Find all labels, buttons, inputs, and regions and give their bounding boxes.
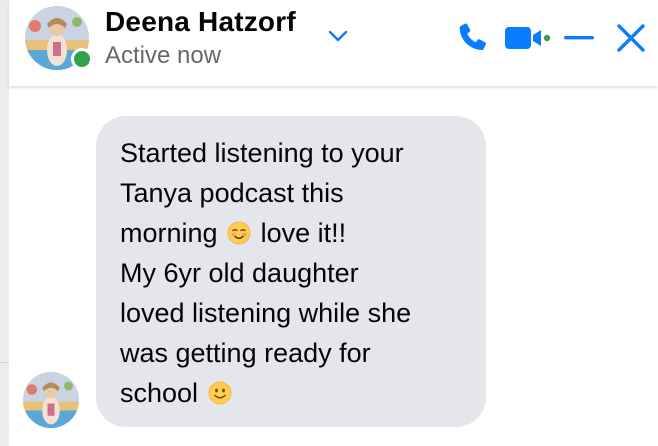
messenger-chat-window: Deena Hatzorf Active now Started listeni… [0,0,658,446]
minimize-icon[interactable] [561,24,597,52]
message-text-line: Tanya podcast this [120,178,344,208]
message-text-fragment: love it!! [260,218,347,248]
message-text-line: morning love it!! [120,213,464,253]
chat-header: Deena Hatzorf Active now [9,0,658,86]
smiling-face-blushing-emoji [227,216,251,245]
online-status-dot [71,48,93,70]
message-text-fragment: school [120,378,199,408]
message-bubble[interactable]: Started listening to your Tanya podcast … [96,116,486,427]
contact-name[interactable]: Deena Hatzorf [105,6,296,38]
video-camera-icon[interactable] [503,20,553,56]
sender-avatar[interactable] [23,372,79,428]
divider [0,362,9,363]
chevron-down-icon[interactable] [327,28,349,44]
close-icon[interactable] [613,20,649,56]
message-text-line: school [120,373,464,413]
contact-status: Active now [105,42,222,69]
message-text-line: My 6yr old daughter [120,258,359,288]
slightly-smiling-face-emoji [208,376,232,405]
message-text-fragment: morning [120,218,218,248]
message-text-line: Started listening to your [120,138,404,168]
message-text-line: was getting ready for [120,338,371,368]
phone-icon[interactable] [455,20,491,56]
left-edge-panel [0,0,9,446]
message-text-line: loved listening while she [120,298,412,328]
